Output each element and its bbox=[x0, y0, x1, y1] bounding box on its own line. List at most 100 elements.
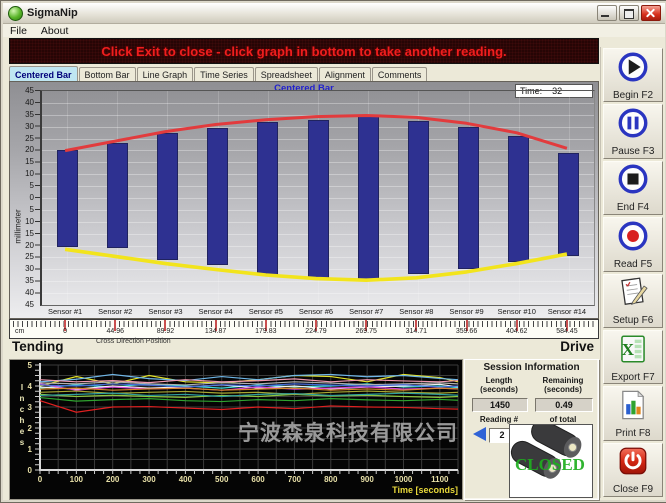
sensor-label: Sensor #10 bbox=[490, 307, 544, 316]
y-tick-label: 20 bbox=[12, 145, 34, 154]
y-tick-label: 45 bbox=[12, 300, 34, 309]
read-button[interactable]: Read F5 bbox=[603, 217, 663, 271]
svg-text:s: s bbox=[20, 438, 25, 447]
svg-text:I: I bbox=[21, 383, 23, 392]
ruler-value: 584.45 bbox=[537, 328, 597, 335]
print-chart-icon bbox=[616, 388, 650, 427]
svg-text:600: 600 bbox=[251, 475, 265, 484]
svg-text:1000: 1000 bbox=[395, 475, 413, 484]
y-tick-label: 35 bbox=[12, 110, 34, 119]
action-button-column: Begin F2 Pause F3End F4 Read F5 Setup F6 X Ex… bbox=[600, 47, 665, 498]
bar-sensor-5 bbox=[257, 122, 278, 275]
y-tick-label: 0 bbox=[12, 193, 34, 202]
tending-side-label: Tending bbox=[12, 339, 64, 354]
svg-text:0: 0 bbox=[28, 466, 33, 475]
time-series-chart[interactable]: 0123450100200300400500600700800900100011… bbox=[9, 359, 463, 500]
banner-text: Click Exit to close - click graph in bot… bbox=[101, 44, 506, 59]
app-icon bbox=[8, 6, 23, 21]
session-title: Session Information bbox=[465, 362, 598, 373]
y-tick-label: 20 bbox=[12, 241, 34, 250]
svg-text:300: 300 bbox=[142, 475, 156, 484]
setup-notepad-icon bbox=[616, 275, 650, 314]
svg-text:CLOSED: CLOSED bbox=[515, 455, 585, 474]
tab-bottom-bar[interactable]: Bottom Bar bbox=[79, 67, 136, 81]
cross-direction-ruler: cm 044.9689.92134.87179.83224.79269.7531… bbox=[9, 319, 599, 339]
drive-side-label: Drive bbox=[560, 339, 594, 354]
bar-sensor-10 bbox=[508, 136, 529, 262]
sensor-label: Sensor #3 bbox=[138, 307, 192, 316]
button-label: Close F9 bbox=[613, 484, 653, 495]
y-tick-label: 25 bbox=[12, 252, 34, 261]
print-button[interactable]: Print F8 bbox=[603, 386, 663, 440]
window-title: SigmaNip bbox=[27, 7, 78, 19]
window-controls bbox=[597, 5, 665, 21]
svg-text:5: 5 bbox=[28, 361, 33, 370]
reading-prev-arrow[interactable] bbox=[473, 427, 486, 441]
ruler-unit: cm bbox=[15, 328, 24, 335]
minimize-button[interactable] bbox=[597, 5, 617, 21]
y-tick-label: 30 bbox=[12, 122, 34, 131]
button-label: Read F5 bbox=[614, 259, 652, 270]
rollers-icon: CLOSED bbox=[510, 425, 590, 495]
y-tick-label: 10 bbox=[12, 169, 34, 178]
menu-item-file[interactable]: File bbox=[3, 25, 34, 37]
remaining-label: Remaining (seconds) bbox=[532, 376, 594, 394]
tab-centered-bar[interactable]: Centered Bar bbox=[9, 66, 78, 81]
end-button[interactable]: End F4 bbox=[603, 161, 663, 215]
time-series-svg: 0123450100200300400500600700800900100011… bbox=[10, 360, 460, 497]
y-tick-label: 10 bbox=[12, 217, 34, 226]
pause-button[interactable]: Pause F3 bbox=[603, 104, 663, 158]
total-label: of total bbox=[532, 415, 594, 424]
sensor-label: Sensor #8 bbox=[389, 307, 443, 316]
setup-button[interactable]: Setup F6 bbox=[603, 274, 663, 328]
tab-comments[interactable]: Comments bbox=[372, 67, 428, 81]
svg-text:900: 900 bbox=[360, 475, 374, 484]
button-label: Export F7 bbox=[611, 372, 654, 383]
bar-sensor-1 bbox=[57, 150, 78, 246]
bar-sensor-9 bbox=[458, 127, 479, 270]
restore-icon bbox=[624, 9, 634, 19]
sensor-label: Sensor #6 bbox=[289, 307, 343, 316]
tab-spreadsheet[interactable]: Spreadsheet bbox=[255, 67, 318, 81]
length-value-field: 1450 bbox=[472, 398, 528, 412]
y-tick-label: 40 bbox=[12, 288, 34, 297]
tab-line-graph[interactable]: Line Graph bbox=[137, 67, 194, 81]
tab-bar: Centered BarBottom BarLine GraphTime Ser… bbox=[9, 64, 428, 81]
y-tick-label: 30 bbox=[12, 264, 34, 273]
sensor-red bbox=[40, 401, 458, 413]
remaining-value-field: 0.49 bbox=[535, 398, 593, 412]
play-icon bbox=[616, 50, 650, 89]
stop-icon bbox=[616, 162, 650, 201]
minimize-icon bbox=[601, 15, 609, 17]
power-icon bbox=[616, 444, 650, 483]
record-icon bbox=[616, 219, 650, 258]
bar-plot-area bbox=[40, 90, 595, 306]
svg-text:400: 400 bbox=[179, 475, 193, 484]
close-button[interactable] bbox=[641, 5, 661, 21]
begin-button[interactable]: Begin F2 bbox=[603, 48, 663, 102]
restore-button[interactable] bbox=[619, 5, 639, 21]
centered-bar-chart[interactable]: Centered Bar Time: 32 millimeter 4540353… bbox=[9, 81, 599, 319]
svg-text:500: 500 bbox=[215, 475, 229, 484]
export-button[interactable]: X Export F7 bbox=[603, 330, 663, 384]
svg-text:h: h bbox=[20, 416, 25, 425]
sensor-label: Sensor #7 bbox=[339, 307, 393, 316]
y-axis-label: millimeter bbox=[14, 209, 23, 243]
tab-time-series[interactable]: Time Series bbox=[194, 67, 254, 81]
length-label: Length (seconds) bbox=[469, 376, 529, 394]
title-bar[interactable]: SigmaNip bbox=[3, 3, 665, 24]
svg-text:Time [seconds]: Time [seconds] bbox=[392, 485, 458, 495]
bar-sensor-2 bbox=[107, 143, 128, 248]
bar-sensor-6 bbox=[308, 120, 329, 279]
svg-text:X: X bbox=[622, 340, 635, 359]
svg-text:1: 1 bbox=[28, 445, 33, 454]
close-button[interactable]: Close F9 bbox=[603, 443, 663, 497]
svg-text:n: n bbox=[20, 394, 25, 403]
button-label: Begin F2 bbox=[613, 90, 653, 101]
tab-alignment[interactable]: Alignment bbox=[319, 67, 371, 81]
y-tick-label: 25 bbox=[12, 134, 34, 143]
sensor-label: Sensor #4 bbox=[189, 307, 243, 316]
sensor-label: Sensor #1 bbox=[38, 307, 92, 316]
svg-text:100: 100 bbox=[70, 475, 84, 484]
menu-item-about[interactable]: About bbox=[34, 25, 75, 37]
